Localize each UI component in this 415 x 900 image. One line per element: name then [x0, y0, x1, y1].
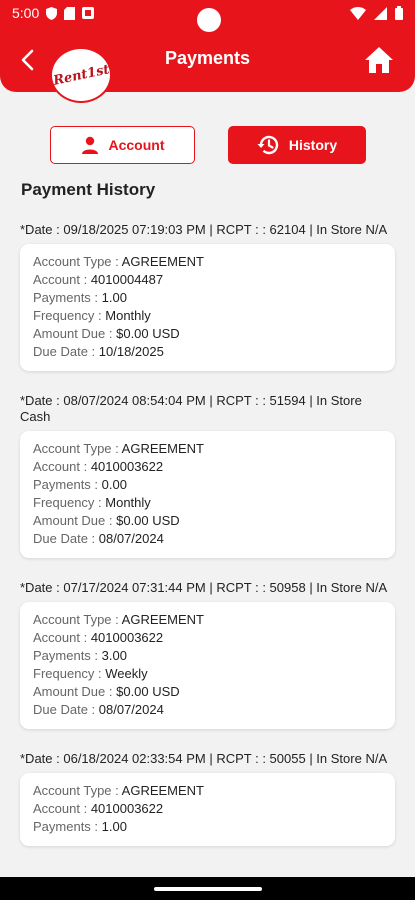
- sim-card-icon: [64, 6, 76, 20]
- history-entry: *Date : 08/07/2024 08:54:04 PM | RCPT : …: [0, 393, 415, 558]
- tab-history[interactable]: History: [228, 126, 366, 164]
- payment-card[interactable]: Account Type : AGREEMENT Account : 40100…: [20, 431, 395, 558]
- tab-account-label: Account: [108, 137, 165, 153]
- shield-icon: [46, 6, 58, 20]
- account-type-row: Account Type : AGREEMENT: [33, 783, 204, 798]
- home-indicator[interactable]: [154, 887, 262, 891]
- navigation-bar: [0, 877, 415, 900]
- battery-icon: [395, 6, 403, 20]
- due-date-row: Due Date : 10/18/2025: [33, 344, 164, 359]
- tab-history-label: History: [288, 137, 338, 153]
- status-right: [350, 6, 403, 20]
- section-title: Payment History: [21, 180, 156, 199]
- wifi-icon: [350, 6, 366, 20]
- logo-text: Rent1st: [51, 61, 111, 89]
- account-row: Account : 4010004487: [33, 272, 164, 287]
- entry-header: *Date : 08/07/2024 08:54:04 PM | RCPT : …: [20, 393, 362, 424]
- frequency-row: Frequency : Monthly: [33, 495, 151, 510]
- account-type-row: Account Type : AGREEMENT: [33, 612, 204, 627]
- status-left: 5:00: [12, 5, 95, 21]
- account-row: Account : 4010003622: [33, 801, 164, 816]
- history-entry: *Date : 07/17/2024 07:31:44 PM | RCPT : …: [0, 580, 415, 729]
- signal-icon: [374, 6, 387, 20]
- due-date-row: Due Date : 08/07/2024: [33, 531, 164, 546]
- amount-due-row: Amount Due : $0.00 USD: [33, 326, 180, 341]
- payments-row: Payments : 3.00: [33, 648, 127, 663]
- history-entry: *Date : 06/18/2024 02:33:54 PM | RCPT : …: [0, 751, 415, 846]
- payment-history-list[interactable]: *Date : 09/18/2025 07:19:03 PM | RCPT : …: [0, 222, 415, 868]
- payments-row: Payments : 1.00: [33, 290, 127, 305]
- entry-header: *Date : 07/17/2024 07:31:44 PM | RCPT : …: [20, 580, 388, 595]
- payment-card[interactable]: Account Type : AGREEMENT Account : 40100…: [20, 244, 395, 371]
- history-icon: [257, 135, 279, 155]
- tab-account[interactable]: Account: [50, 126, 195, 164]
- payments-row: Payments : 0.00: [33, 477, 127, 492]
- payment-card[interactable]: Account Type : AGREEMENT Account : 40100…: [20, 773, 395, 846]
- account-row: Account : 4010003622: [33, 630, 164, 645]
- notification-icon: [82, 7, 95, 19]
- payment-card[interactable]: Account Type : AGREEMENT Account : 40100…: [20, 602, 395, 729]
- entry-header: *Date : 06/18/2024 02:33:54 PM | RCPT : …: [20, 751, 388, 766]
- brand-logo: Rent1st: [50, 47, 112, 103]
- history-entry: *Date : 09/18/2025 07:19:03 PM | RCPT : …: [0, 222, 415, 371]
- account-type-row: Account Type : AGREEMENT: [33, 254, 204, 269]
- frequency-row: Frequency : Weekly: [33, 666, 148, 681]
- payments-row: Payments : 1.00: [33, 819, 127, 834]
- account-row: Account : 4010003622: [33, 459, 164, 474]
- camera-cutout: [197, 8, 221, 32]
- person-icon: [81, 136, 98, 154]
- home-icon[interactable]: [364, 46, 394, 74]
- entry-header: *Date : 09/18/2025 07:19:03 PM | RCPT : …: [20, 222, 388, 237]
- account-type-row: Account Type : AGREEMENT: [33, 441, 204, 456]
- due-date-row: Due Date : 08/07/2024: [33, 702, 164, 717]
- amount-due-row: Amount Due : $0.00 USD: [33, 513, 180, 528]
- status-time: 5:00: [12, 5, 40, 21]
- frequency-row: Frequency : Monthly: [33, 308, 151, 323]
- amount-due-row: Amount Due : $0.00 USD: [33, 684, 180, 699]
